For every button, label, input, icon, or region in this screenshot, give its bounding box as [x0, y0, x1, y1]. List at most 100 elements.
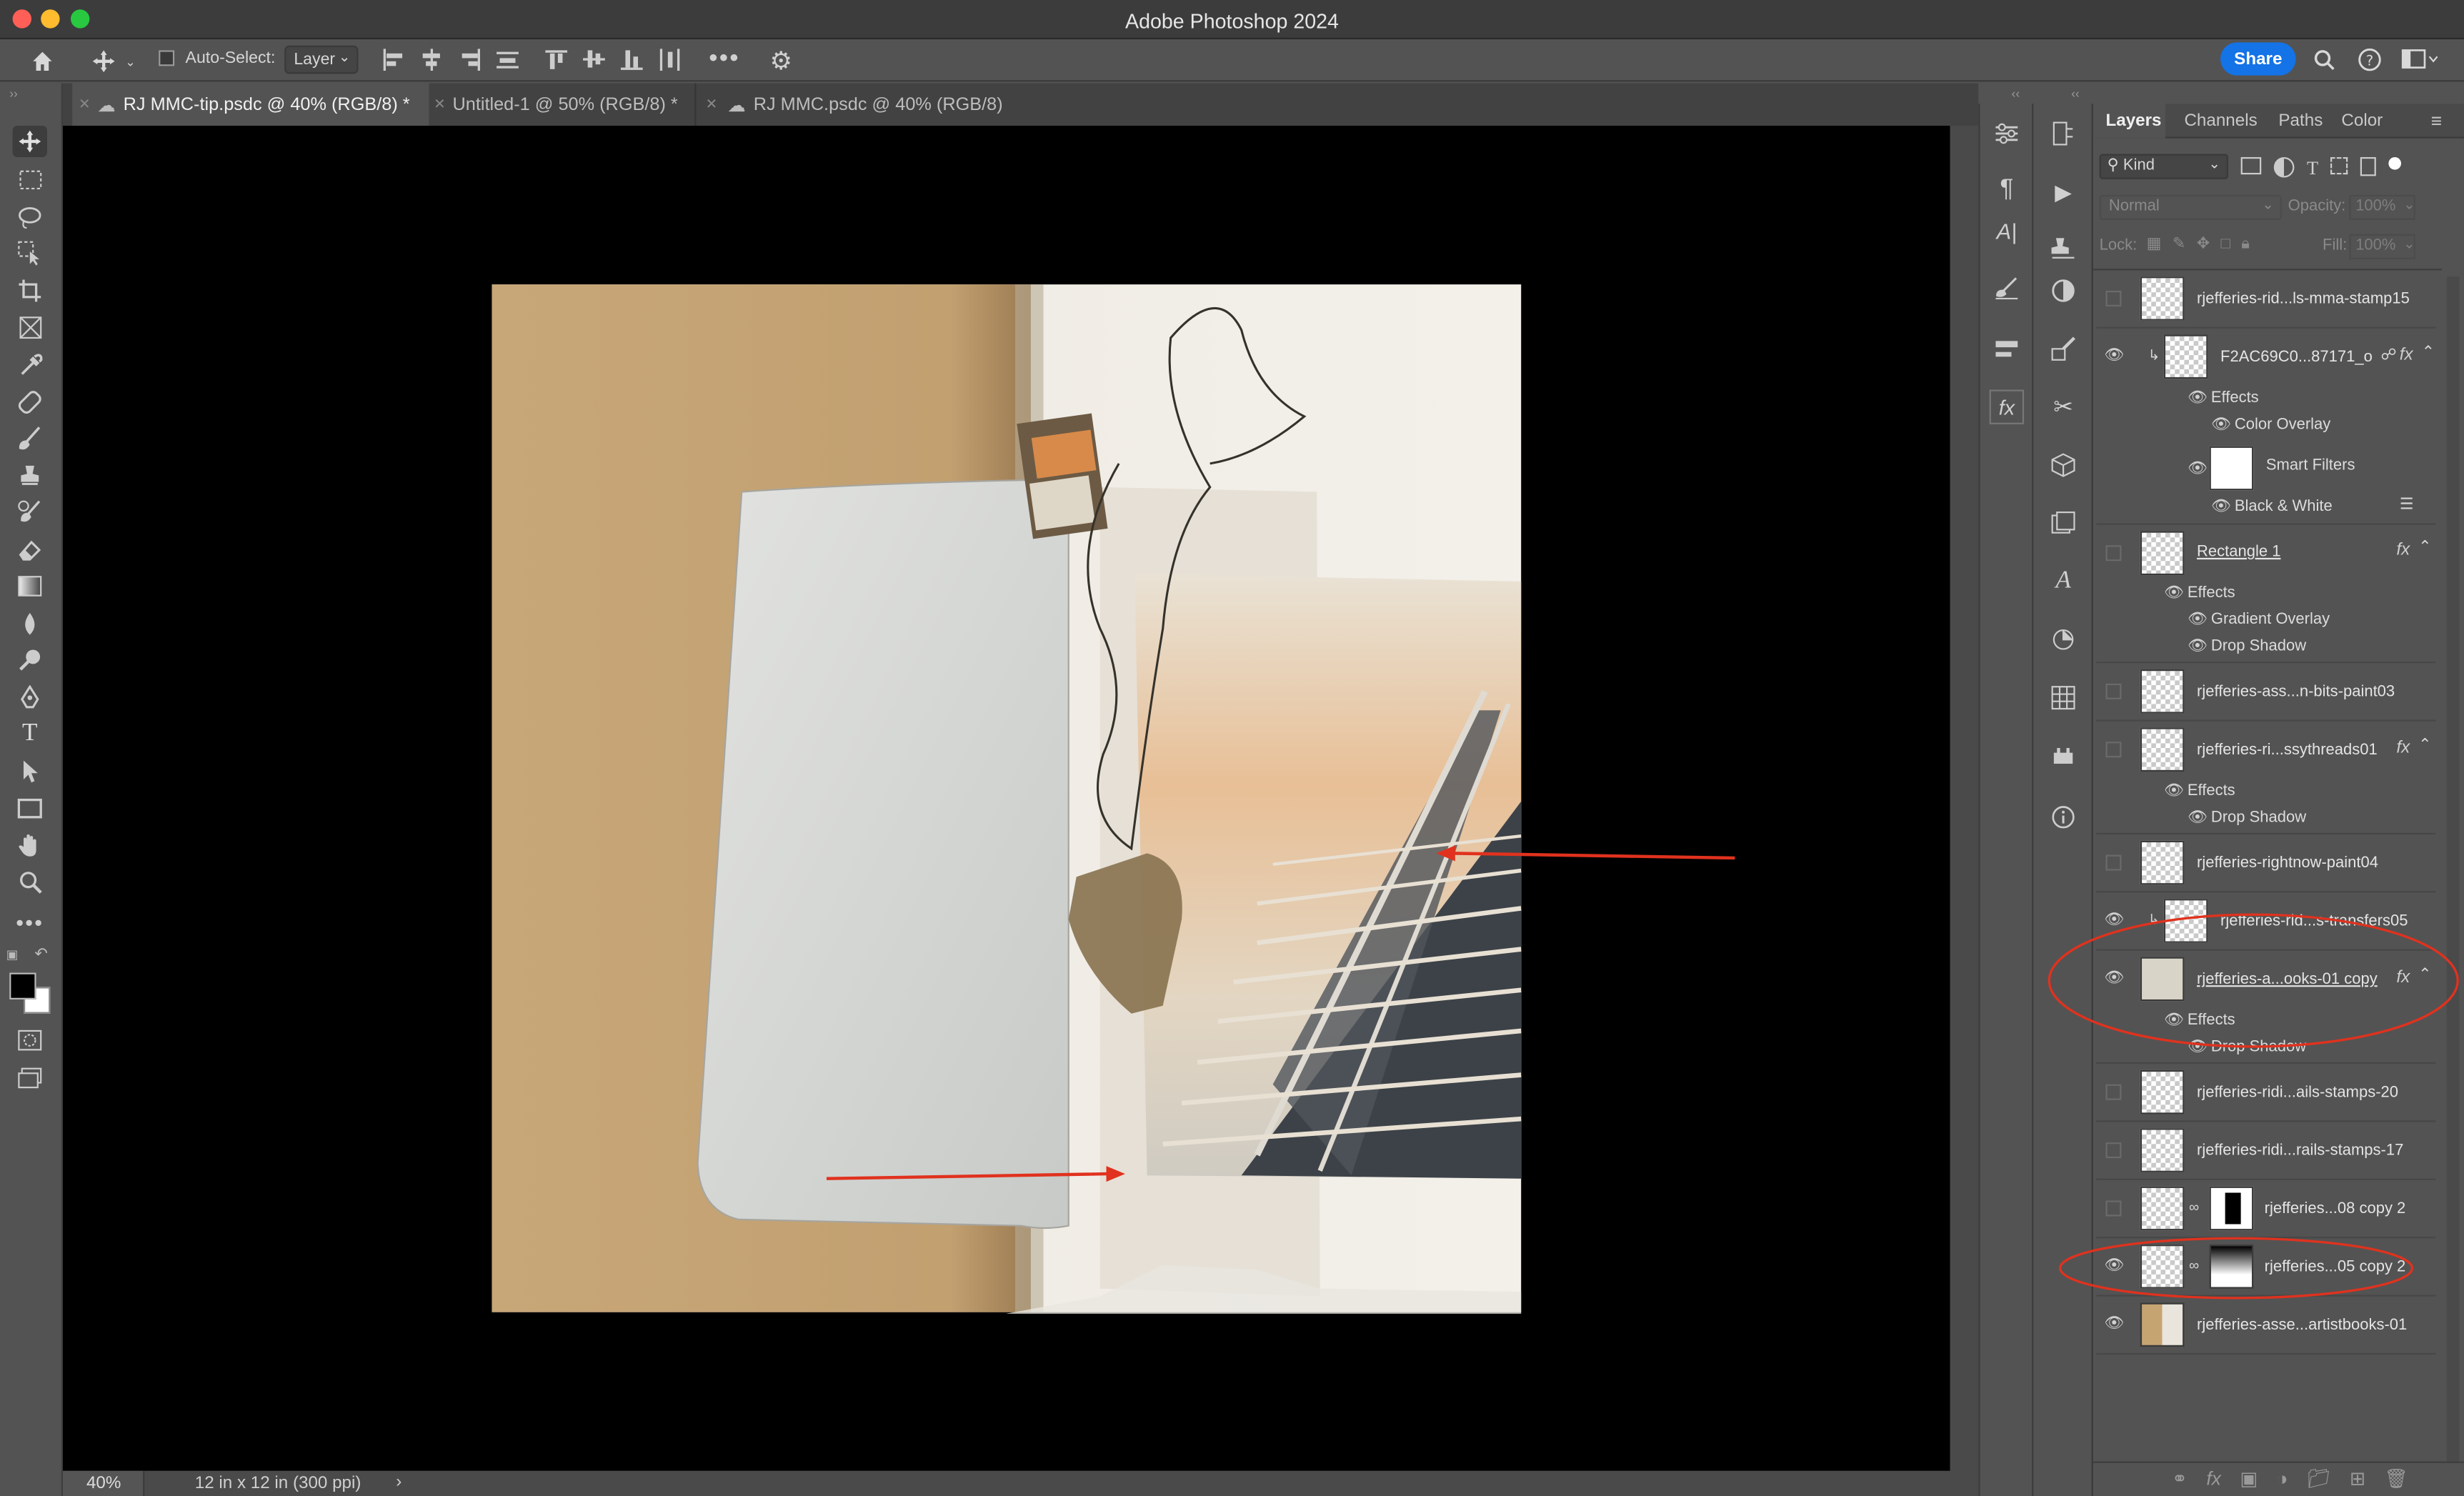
align-horizontal-centers-icon[interactable] [419, 49, 444, 71]
panel-tab-paths[interactable]: Paths [2278, 111, 2323, 130]
effect-name[interactable]: Drop Shadow [2211, 809, 2306, 827]
new-layer-icon[interactable]: ⊞ [2350, 1467, 2365, 1490]
filter-name[interactable]: Black & White [2235, 498, 2333, 515]
lock-artboard-icon[interactable]: □ [2221, 236, 2230, 253]
filter-toggle-icon[interactable] [2389, 156, 2402, 170]
quick-mask-icon[interactable] [13, 1024, 47, 1056]
3d-panel-icon[interactable] [2046, 448, 2080, 482]
plugins-icon[interactable] [2046, 739, 2080, 773]
panel-tab-channels[interactable]: Channels [2184, 111, 2257, 130]
layer-row[interactable]: rjefferies-ass...n-bits-paint03 [2096, 663, 2436, 722]
layer-effects-fx-icon[interactable]: fx [2400, 346, 2413, 364]
brush-tool-icon[interactable] [13, 423, 47, 454]
auto-select-target-dropdown[interactable]: Layer ⌄ [284, 45, 359, 74]
new-adjustment-layer-icon[interactable]: ◑ [2277, 1467, 2288, 1490]
default-colors-icon[interactable]: ▣ [6, 947, 19, 962]
collapse-effects-chevron-icon[interactable]: ⌃ [2418, 539, 2431, 556]
eye-icon[interactable]: 👁︎ [2188, 638, 2208, 655]
eye-icon[interactable]: 👁︎ [2164, 584, 2184, 602]
lock-transparent-pixels-icon[interactable]: ▦ [2147, 236, 2162, 253]
visibility-toggle-off[interactable] [2105, 742, 2122, 758]
edit-toolbar-icon[interactable]: ••• [13, 907, 47, 938]
swatches-grid-icon[interactable] [2046, 680, 2080, 714]
layer-name[interactable]: rjefferies-rid...ls-mma-stamp15 [2197, 291, 2410, 308]
swap-colors-icon[interactable]: ↶ [34, 946, 47, 963]
glyphs-icon[interactable]: A [2046, 564, 2080, 599]
document-tab[interactable]: ✕ ☁ RJ MMC.psdc @ 40% (RGB/8) [696, 84, 1010, 126]
layer-row[interactable]: rjefferies-ri...ssythreads01 fx ⌃ 👁︎ Eff… [2096, 722, 2436, 834]
workspace-switcher-icon[interactable] [2400, 46, 2440, 74]
gradient-tool-icon[interactable] [13, 570, 47, 602]
more-options-icon[interactable]: ••• [709, 44, 739, 76]
layer-row[interactable]: rjefferies-rid...ls-mma-stamp15 [2096, 270, 2436, 329]
healing-brush-icon[interactable] [13, 387, 47, 418]
paragraph-panel-icon[interactable]: ¶ [1990, 173, 2024, 207]
eye-icon[interactable]: 👁︎ [2104, 347, 2124, 364]
canvas-area[interactable] [62, 125, 1950, 1471]
screen-mode-icon[interactable] [13, 1062, 47, 1094]
auto-select-checkbox[interactable] [159, 50, 175, 66]
layer-effects-fx-icon[interactable]: fx [2396, 541, 2410, 559]
filter-shape-layers-icon[interactable] [2330, 156, 2348, 175]
layer-name[interactable]: rjefferies-ass...n-bits-paint03 [2197, 684, 2395, 701]
rectangular-marquee-icon[interactable] [13, 164, 47, 195]
share-button[interactable]: Share [2220, 42, 2296, 76]
lasso-icon[interactable] [13, 201, 47, 233]
eye-icon[interactable]: 👁︎ [2188, 390, 2208, 407]
settings-gear-icon[interactable]: ⚙ [765, 46, 797, 77]
panel-menu-icon[interactable]: ≡ [2431, 110, 2442, 132]
history-panel-icon[interactable] [2046, 116, 2080, 151]
dodge-tool-icon[interactable] [13, 644, 47, 676]
adjustment-presets-icon[interactable] [1990, 331, 2024, 366]
character-panel-icon[interactable]: A| [1990, 214, 2024, 248]
visibility-toggle-off[interactable] [2105, 545, 2122, 562]
document-tab[interactable]: ✕ Untitled-1 @ 50% (RGB/8) * [429, 83, 697, 126]
close-tab-icon[interactable]: ✕ [434, 96, 446, 113]
close-tab-icon[interactable]: ✕ [79, 96, 91, 113]
rectangle-tool-icon[interactable] [13, 792, 47, 824]
layer-filter-dropdown[interactable]: ⚲ Kind ⌄ [2099, 154, 2229, 179]
blur-tool-icon[interactable] [13, 608, 47, 639]
align-vertical-centers-icon[interactable] [583, 49, 608, 71]
clone-source-icon[interactable] [2046, 233, 2080, 267]
collapse-effects-chevron-icon[interactable]: ⌃ [2422, 344, 2435, 361]
adjustments-panel-icon[interactable] [2046, 274, 2080, 308]
home-icon[interactable] [25, 46, 59, 77]
tool-presets-icon[interactable] [2046, 331, 2080, 366]
eye-icon[interactable]: 👁︎ [2164, 782, 2184, 799]
info-panel-icon[interactable] [2046, 800, 2080, 834]
eraser-icon[interactable] [13, 534, 47, 566]
collapse-strip-icon[interactable]: ‹‹ [2071, 86, 2080, 101]
collapse-tools-icon[interactable]: ›› [9, 86, 18, 101]
filter-type-layers-icon[interactable]: T [2307, 157, 2318, 181]
blend-mode-dropdown[interactable]: Normal ⌄ [2099, 194, 2282, 220]
crop-tool-icon[interactable] [13, 275, 47, 306]
visibility-toggle-off[interactable] [2105, 683, 2122, 699]
effect-name[interactable]: Drop Shadow [2211, 638, 2306, 655]
collapse-effects-chevron-icon[interactable]: ⌃ [2418, 737, 2431, 754]
effect-name[interactable]: Color Overlay [2235, 417, 2330, 434]
status-menu-chevron-icon[interactable]: › [396, 1472, 401, 1491]
filter-smart-objects-icon[interactable] [2360, 156, 2377, 176]
link-layers-icon[interactable]: ⚭ [2172, 1467, 2188, 1490]
zoom-level[interactable]: 40% [62, 1470, 145, 1496]
align-left-edges-icon[interactable] [382, 49, 407, 71]
filter-blending-options-icon[interactable]: ☰ [2400, 497, 2414, 514]
brush-settings-icon[interactable] [1990, 272, 2024, 306]
layer-row[interactable]: rjefferies-rightnow-paint04 [2096, 834, 2436, 893]
pen-tool-icon[interactable] [13, 682, 47, 714]
layer-name[interactable]: rjefferies-rightnow-paint04 [2197, 855, 2378, 872]
libraries-icon[interactable] [2046, 506, 2080, 540]
lock-position-icon[interactable]: ✥ [2197, 236, 2210, 253]
move-tool-icon[interactable] [12, 125, 47, 157]
properties-panel-icon[interactable] [1990, 116, 2024, 151]
actions-play-icon[interactable]: ▶ [2046, 174, 2080, 209]
document-tab-active[interactable]: ✕ ☁ RJ MMC-tip.psdc @ 40% (RGB/8) * [72, 83, 429, 126]
layer-name[interactable]: F2AC69C0...87171_o [2220, 349, 2373, 366]
eye-icon[interactable]: 👁︎ [2188, 460, 2208, 477]
layer-name[interactable]: rjefferies-ri...ssythreads01 [2197, 742, 2378, 759]
path-selection-icon[interactable] [13, 756, 47, 787]
panel-tab-layers[interactable]: Layers [2093, 104, 2166, 139]
object-selection-icon[interactable] [13, 237, 47, 269]
frame-tool-icon[interactable] [13, 311, 47, 343]
